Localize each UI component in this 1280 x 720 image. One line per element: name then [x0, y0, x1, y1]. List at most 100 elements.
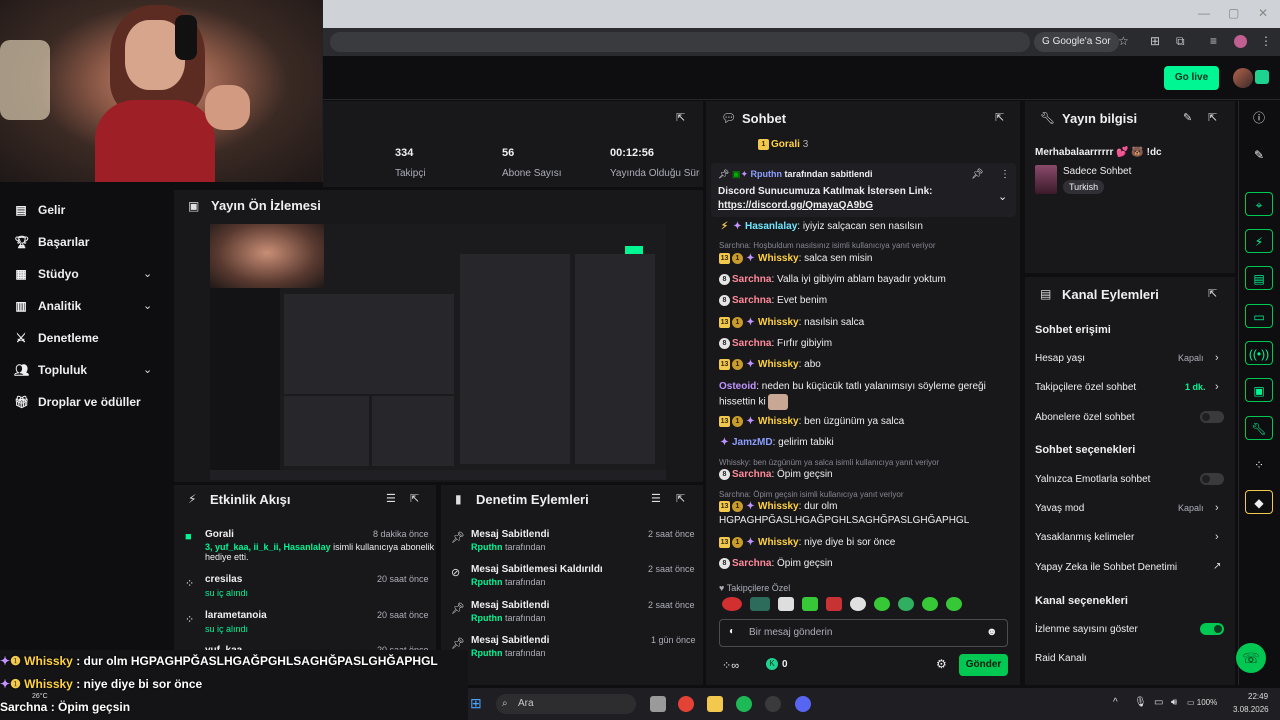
- tray-chevron-icon[interactable]: ^: [1113, 697, 1118, 708]
- chevron-down-icon[interactable]: ⌄: [143, 299, 152, 312]
- chat-badge-selector-icon[interactable]: ◐: [729, 626, 735, 637]
- file-explorer-icon[interactable]: [650, 696, 666, 712]
- chat-username[interactable]: Sarchna: [732, 274, 771, 285]
- emote-icon[interactable]: [826, 597, 842, 611]
- category-boxart[interactable]: [1035, 165, 1057, 194]
- broadcast-icon[interactable]: ((•)): [1245, 341, 1273, 365]
- chevron-right-icon[interactable]: ›: [1215, 381, 1219, 393]
- mod-user[interactable]: Rputhn: [471, 613, 503, 623]
- popout-icon[interactable]: ⇱: [1208, 287, 1217, 300]
- translate-icon[interactable]: ⊞: [1150, 34, 1160, 48]
- chevron-right-icon[interactable]: ›: [1215, 531, 1219, 543]
- chrome-icon[interactable]: [678, 696, 694, 712]
- popout-icon[interactable]: ⇱: [410, 492, 419, 505]
- more-icon[interactable]: ⋮: [1000, 169, 1010, 180]
- followers-chat-setting[interactable]: Takipçilere özel sohbet: [1035, 382, 1136, 393]
- chat-username[interactable]: Whissky: [758, 416, 799, 427]
- diamond-icon[interactable]: ◆: [1245, 490, 1273, 514]
- url-input[interactable]: [330, 32, 1030, 52]
- category-name[interactable]: Sadece Sohbet: [1063, 166, 1131, 177]
- chat-username[interactable]: Whissky: [758, 359, 799, 370]
- emote-icon[interactable]: [922, 597, 938, 611]
- show-viewers-setting[interactable]: İzlenme sayısını göster: [1035, 624, 1138, 635]
- subs-chat-toggle[interactable]: [1200, 411, 1224, 423]
- emote-bar[interactable]: [722, 597, 1012, 615]
- chat-username[interactable]: Osteoid: [719, 381, 756, 392]
- emote-icon[interactable]: [750, 597, 770, 611]
- browser-menu-icon[interactable]: ⋮: [1260, 34, 1272, 48]
- popout-icon[interactable]: ⇱: [676, 492, 685, 505]
- chevron-right-icon[interactable]: ›: [1215, 502, 1219, 514]
- mod-user[interactable]: Rputhn: [471, 542, 503, 552]
- stream-manager-icon[interactable]: ▣: [1245, 378, 1273, 402]
- chat-username[interactable]: Whissky: [758, 317, 799, 328]
- account-age-setting[interactable]: Hesap yaşı: [1035, 353, 1085, 364]
- hype-train-icon[interactable]: ⁘∞: [722, 659, 739, 672]
- maximize-icon[interactable]: ▢: [1228, 6, 1239, 20]
- chat-username[interactable]: Sarchna: [732, 558, 771, 569]
- microphone-icon[interactable]: 🎙︎: [1134, 697, 1147, 708]
- nav-item-topluluk[interactable]: 👥︎ Topluluk: [14, 359, 87, 381]
- chat-username[interactable]: Whissky: [758, 501, 799, 512]
- windows-start-icon[interactable]: ⊞: [470, 695, 482, 712]
- chat-username[interactable]: JamzMD: [732, 437, 773, 448]
- mod-user[interactable]: Rputhn: [471, 577, 503, 587]
- close-icon[interactable]: ✕: [1258, 6, 1268, 20]
- expand-chevron-icon[interactable]: ⌄: [998, 190, 1007, 203]
- ai-mod-setting[interactable]: Yapay Zeka ile Sohbet Denetimi: [1035, 562, 1177, 573]
- emote-icon[interactable]: [946, 597, 962, 611]
- pin-toggle-icon[interactable]: 📌︎: [971, 169, 984, 180]
- external-link-icon[interactable]: ↗: [1213, 561, 1221, 572]
- chevron-right-icon[interactable]: ›: [1215, 352, 1219, 364]
- emote-only-toggle[interactable]: [1200, 473, 1224, 485]
- chat-username[interactable]: Sarchna: [732, 469, 771, 480]
- info-icon[interactable]: ⓘ: [1245, 106, 1273, 130]
- google-ask-button[interactable]: G Google'a Sor: [1034, 32, 1119, 52]
- user-avatar[interactable]: [1233, 68, 1253, 88]
- emote-icon[interactable]: [898, 597, 914, 611]
- nav-item-analitik[interactable]: ▥ Analitik: [14, 295, 81, 317]
- popout-icon[interactable]: ⇱: [1208, 111, 1217, 124]
- obs-icon[interactable]: [765, 696, 781, 712]
- queue-icon[interactable]: ≡: [1210, 34, 1217, 48]
- folder-icon[interactable]: [707, 696, 723, 712]
- chevron-down-icon[interactable]: ⌄: [143, 267, 152, 280]
- discord-icon[interactable]: [795, 696, 811, 712]
- language-tag[interactable]: Turkish: [1063, 180, 1105, 194]
- chat-username[interactable]: Sarchna: [732, 295, 771, 306]
- battery-label[interactable]: ▭ 100%: [1187, 698, 1217, 707]
- volume-icon[interactable]: 🔊︎: [1171, 697, 1177, 708]
- taskbar-search[interactable]: ⌕ Ara: [496, 694, 636, 714]
- emote-icon[interactable]: [722, 597, 742, 611]
- spotify-icon[interactable]: [736, 696, 752, 712]
- stream-preview-video[interactable]: [210, 224, 666, 480]
- go-live-button[interactable]: Go live: [1164, 66, 1219, 90]
- filter-icon[interactable]: ☰: [651, 492, 661, 505]
- channel-points-icon[interactable]: K: [766, 658, 778, 670]
- chat-icon[interactable]: ▭: [1245, 304, 1273, 328]
- pencil-icon[interactable]: ✎: [1245, 143, 1273, 167]
- raid-channel-action[interactable]: Raid Kanalı: [1035, 653, 1087, 664]
- pinned-link[interactable]: https://discord.gg/QmayaQA9bG: [718, 200, 873, 211]
- nav-item-studyo[interactable]: ▦ Stüdyo: [14, 263, 78, 285]
- minimize-icon[interactable]: —: [1198, 6, 1210, 20]
- subs-chat-setting[interactable]: Abonelere özel sohbet: [1035, 412, 1135, 423]
- popout-icon[interactable]: ⇱: [676, 111, 685, 124]
- focus-icon[interactable]: ⌖: [1245, 192, 1273, 216]
- emote-icon[interactable]: [874, 597, 890, 611]
- lightning-icon[interactable]: ⚡︎: [1245, 229, 1273, 253]
- nav-item-basarilar[interactable]: 🏆︎ Başarılar: [14, 231, 89, 253]
- emote-picker-icon[interactable]: ☻: [986, 626, 998, 638]
- chat-username[interactable]: Whissky: [758, 253, 799, 264]
- chat-username[interactable]: Sarchna: [732, 338, 771, 349]
- help-chat-button[interactable]: ☏: [1236, 643, 1266, 673]
- points-icon[interactable]: ⁘: [1245, 453, 1273, 477]
- filter-icon[interactable]: ☰: [386, 492, 396, 505]
- note-icon[interactable]: ▤: [1245, 266, 1273, 290]
- network-icon[interactable]: ▭: [1154, 697, 1163, 708]
- slow-mode-setting[interactable]: Yavaş mod: [1035, 503, 1084, 514]
- emote-icon[interactable]: [778, 597, 794, 611]
- show-viewers-toggle[interactable]: [1200, 623, 1224, 635]
- extensions-icon[interactable]: ⧉: [1176, 34, 1185, 49]
- send-button[interactable]: Gönder: [959, 654, 1008, 676]
